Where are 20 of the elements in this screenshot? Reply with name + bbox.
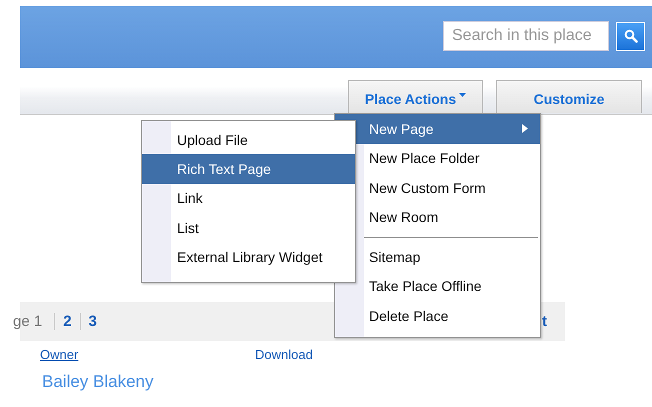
toolbar-button[interactable]: Customize (496, 80, 642, 113)
menu-item[interactable]: Delete Place (335, 301, 540, 330)
page-link[interactable]: 3 (80, 313, 105, 330)
search-field[interactable]: Search in this place (443, 21, 609, 51)
toolbar-button[interactable]: Place Actions (348, 80, 483, 113)
search-icon (624, 29, 638, 43)
caret-icon (459, 93, 466, 97)
pager-link[interactable]: t (542, 313, 547, 330)
menu-item[interactable]: Link (142, 184, 355, 214)
menu-item[interactable]: Take Place Offline (335, 272, 540, 301)
search-button[interactable] (616, 22, 645, 50)
column-header[interactable]: Owner (40, 347, 255, 362)
page-label: ge 1 (13, 313, 44, 330)
menu-item[interactable]: External Library Widget (142, 242, 355, 272)
column-header[interactable]: Download (255, 347, 470, 362)
menu-item[interactable]: New Page (335, 114, 540, 144)
menu-item[interactable]: Rich Text Page (142, 154, 355, 184)
page-link[interactable]: 2 (54, 313, 80, 330)
submenu-arrow-icon (522, 124, 528, 134)
menu-item[interactable]: List (142, 213, 355, 243)
